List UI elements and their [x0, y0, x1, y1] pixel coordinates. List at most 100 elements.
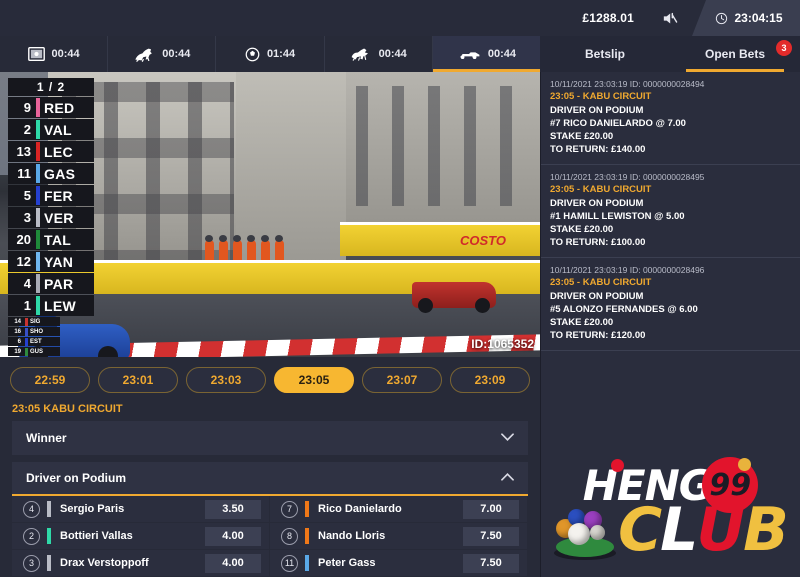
race-id-label: ID:1065352 — [471, 337, 534, 351]
race-video-player[interactable]: COSTO COSTO 1 / — [0, 72, 540, 357]
selection-nando-lloris[interactable]: 8 Nando Lloris 7.50 — [270, 523, 528, 550]
selection-odds[interactable]: 4.00 — [205, 526, 261, 546]
selection-peter-gass[interactable]: 11 Peter Gass 7.50 — [270, 550, 528, 577]
race-chip-2309[interactable]: 23:09 — [450, 367, 530, 393]
selection-odds[interactable]: 7.50 — [463, 553, 519, 573]
race-chip-2305[interactable]: 23:05 — [274, 367, 354, 393]
markets-accordion: Winner Driver on Podium 4 Sergio Paris 3… — [0, 421, 540, 577]
open-bet-item[interactable]: 10/11/2021 23:03:19 ID: 0000000028495 23… — [541, 165, 800, 258]
selection-odds[interactable]: 3.50 — [205, 499, 261, 519]
logo-dot-gold-icon — [738, 458, 752, 471]
bet-to-return: TO RETURN: £100.00 — [550, 237, 646, 248]
driver-number: 14 — [14, 318, 21, 325]
bet-selection: #1 HAMILL LEWISTON @ 5.00 — [550, 211, 685, 222]
watermark-heng: HENG — [582, 460, 713, 510]
leaderboard-row: 11 GAS — [8, 163, 94, 184]
driver-code: YAN — [44, 253, 74, 270]
race-chip-2259[interactable]: 22:59 — [10, 367, 90, 393]
selection-sergio-paris[interactable]: 4 Sergio Paris 3.50 — [12, 496, 270, 523]
open-bets-list: 10/11/2021 23:03:19 ID: 0000000028494 23… — [541, 72, 800, 351]
sound-toggle-button[interactable] — [652, 1, 686, 35]
bet-event: 23:05 - KABU CIRCUIT — [550, 91, 652, 102]
main-body: COSTO COSTO 1 / — [0, 72, 800, 577]
driver-code: VAL — [44, 121, 72, 138]
open-bet-item[interactable]: 10/11/2021 23:03:19 ID: 0000000028496 23… — [541, 258, 800, 351]
clock-icon — [716, 12, 728, 24]
open-bet-item[interactable]: 10/11/2021 23:03:19 ID: 0000000028494 23… — [541, 72, 800, 165]
selection-bottieri-vallas[interactable]: 2 Bottieri Vallas 4.00 — [12, 523, 270, 550]
sport-tab-timer: 00:44 — [162, 48, 191, 60]
greyhound-icon — [350, 47, 372, 61]
leaderboard-row: 5 FER — [8, 185, 94, 206]
market-header-title: 23:05 KABU CIRCUIT — [12, 403, 123, 415]
selection-number: 7 — [281, 500, 298, 518]
leaderboard-row-small: 14 SIG — [8, 317, 60, 326]
driver-code: GUS — [30, 348, 44, 355]
tab-betslip[interactable]: Betslip — [540, 36, 670, 72]
sport-tab-timer: 00:44 — [51, 48, 80, 60]
bet-timestamp-id: 10/11/2021 23:03:19 ID: 0000000028494 — [550, 79, 705, 89]
selection-odds[interactable]: 7.00 — [463, 499, 519, 519]
watermark-club: CLUB — [618, 495, 789, 565]
watermark-bottom: CLUB — [554, 495, 789, 565]
selection-grid: 4 Sergio Paris 3.50 7 Rico Danielardo 7.… — [12, 496, 528, 577]
sport-tab-football[interactable]: 01:44 — [216, 36, 325, 72]
leaderboard-row: 12 YAN — [8, 251, 94, 272]
balance-amount: £1288.01 — [582, 11, 634, 25]
selection-number: 4 — [23, 500, 40, 518]
betslip-tabs: Betslip Open Bets 3 — [540, 36, 800, 72]
driver-color-bar — [36, 98, 40, 117]
bet-stake: STAKE £20.00 — [550, 317, 614, 328]
leaderboard-row-small: 19 GUS — [8, 347, 60, 356]
sport-tab-slots[interactable]: 00:44 — [0, 36, 109, 72]
driver-number: 12 — [16, 254, 31, 269]
bet-to-return: TO RETURN: £120.00 — [550, 330, 646, 341]
driver-color-bar — [47, 555, 51, 571]
race-time-selector: 22:59 23:01 23:03 23:05 23:07 23:09 — [0, 357, 540, 401]
race-chip-2307[interactable]: 23:07 — [362, 367, 442, 393]
market-winner[interactable]: Winner — [12, 421, 528, 455]
driver-code: GAS — [44, 165, 76, 182]
driver-color-bar — [305, 501, 309, 517]
selection-number: 11 — [281, 554, 298, 572]
driver-code: VER — [44, 209, 74, 226]
race-chip-2303[interactable]: 23:03 — [186, 367, 266, 393]
race-chip-2301[interactable]: 23:01 — [98, 367, 178, 393]
race-car-red — [412, 282, 496, 313]
bet-selection: #7 RICO DANIELARDO @ 7.00 — [550, 118, 686, 129]
driver-color-bar — [47, 501, 51, 517]
selection-name: Drax Verstoppoff — [60, 557, 149, 569]
track-barrier-upper: COSTO — [340, 222, 540, 256]
selection-odds[interactable]: 4.00 — [205, 553, 261, 573]
driver-code: LEC — [44, 143, 73, 160]
sport-tab-greyhound[interactable]: 00:44 — [325, 36, 433, 72]
sport-tab-horse-racing[interactable]: 00:44 — [108, 36, 217, 72]
selection-rico-danielardo[interactable]: 7 Rico Danielardo 7.00 — [270, 496, 528, 523]
bet-market: DRIVER ON PODIUM — [550, 291, 644, 302]
betting-app: £1288.01 23:04:15 00:44 00:44 01:44 00:4… — [0, 0, 800, 577]
horse-racing-icon — [133, 47, 155, 62]
driver-color-bar — [36, 164, 40, 183]
driver-number: 6 — [17, 338, 21, 345]
speaker-muted-icon — [663, 12, 677, 23]
leaderboard-row: 3 VER — [8, 207, 94, 228]
bet-market: DRIVER ON PODIUM — [550, 105, 644, 116]
selection-drax-verstoppoff[interactable]: 3 Drax Verstoppoff 4.00 — [12, 550, 270, 577]
bet-selection: #5 ALONZO FERNANDES @ 6.00 — [550, 304, 698, 315]
sport-tab-timer: 01:44 — [266, 48, 296, 60]
sport-tab-motor-racing[interactable]: 00:44 — [432, 36, 541, 72]
market-driver-on-podium[interactable]: Driver on Podium — [12, 462, 528, 496]
bet-stake: STAKE £20.00 — [550, 224, 614, 235]
driver-color-bar — [36, 142, 40, 161]
leaderboard-row: 13 LEC — [8, 141, 94, 162]
open-bets-badge: 3 — [776, 40, 792, 56]
leaderboard-row-small: 16 SHO — [8, 327, 60, 336]
driver-code: LEW — [44, 297, 77, 314]
bet-stake: STAKE £20.00 — [550, 131, 614, 142]
selection-odds[interactable]: 7.50 — [463, 526, 519, 546]
left-column: COSTO COSTO 1 / — [0, 72, 540, 577]
driver-color-bar — [36, 120, 40, 139]
driver-code: RED — [44, 99, 75, 116]
driver-number: 3 — [23, 210, 31, 225]
heng99-club-watermark: HENG 99 CLUB — [541, 444, 800, 574]
